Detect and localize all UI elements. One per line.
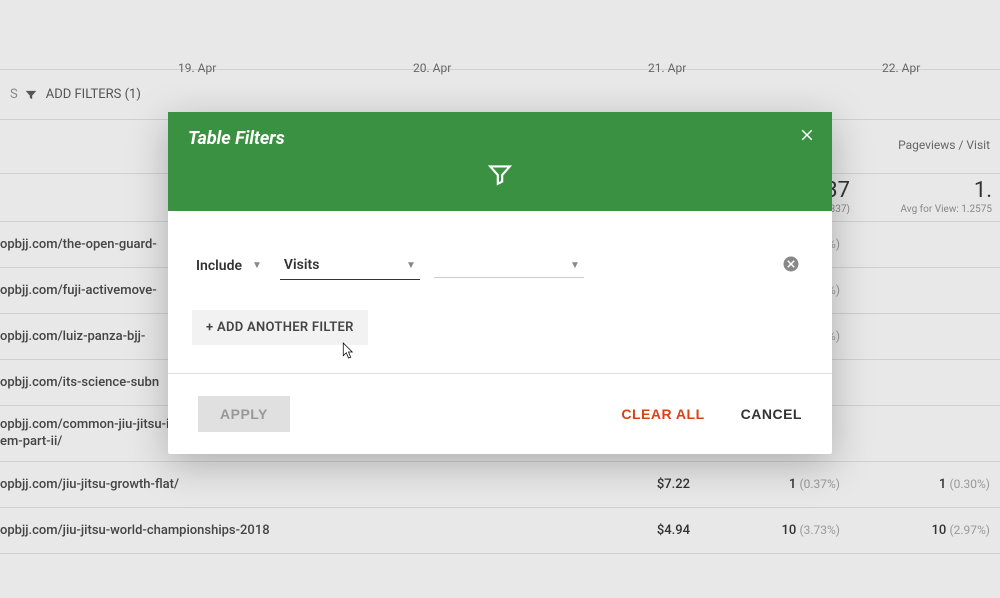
row-cell-visits: 1 (0.37%)	[690, 477, 840, 492]
timeline-tick: 22. Apr	[882, 61, 920, 75]
condition-dropdown[interactable]: ▼	[434, 254, 584, 278]
chevron-down-icon: ▼	[570, 260, 580, 271]
chevron-down-icon: ▼	[406, 260, 416, 271]
apply-button[interactable]: APPLY	[198, 396, 290, 432]
modal-body: Include ▼ Visits ▼ ▼ + ADD ANOTHER FILTE…	[168, 211, 832, 373]
close-icon	[798, 126, 816, 144]
filter-icon-large	[188, 161, 812, 191]
summary-sub-1: 337)	[830, 204, 850, 215]
table-filters-modal: Table Filters Include ▼ Visits ▼ ▼	[168, 112, 832, 454]
chevron-down-icon: ▼	[252, 260, 262, 271]
table-row[interactable]: opbjj.com/jiu-jitsu-world-championships-…	[0, 508, 1000, 554]
table-row[interactable]: opbjj.com/jiu-jitsu-growth-flat/$7.221 (…	[0, 462, 1000, 508]
row-cell-price: $4.94	[570, 523, 690, 538]
column-header-pageviews-visit[interactable]: Pageviews / Visit	[898, 138, 990, 152]
row-url: opbjj.com/jiu-jitsu-world-championships-…	[0, 523, 570, 538]
row-cell-pageviews: 10 (2.97%)	[840, 523, 990, 538]
modal-title: Table Filters	[188, 128, 812, 149]
clear-all-button[interactable]: CLEAR ALL	[621, 406, 704, 422]
filter-row: Include ▼ Visits ▼ ▼	[192, 251, 802, 280]
timeline-tick: 21. Apr	[648, 61, 686, 75]
metric-label: Visits	[284, 257, 319, 273]
cancel-button[interactable]: CANCEL	[741, 406, 802, 422]
timeline-tick: 19. Apr	[178, 61, 216, 75]
metric-dropdown[interactable]: Visits ▼	[280, 251, 420, 280]
summary-sub-2: Avg for View: 1.2575	[901, 204, 992, 215]
timeline-axis: 19. Apr 20. Apr 21. Apr 22. Apr	[0, 0, 1000, 70]
row-url: opbjj.com/jiu-jitsu-growth-flat/	[0, 477, 570, 492]
modal-header: Table Filters	[168, 112, 832, 211]
include-label: Include	[196, 258, 242, 274]
row-cell-price: $7.22	[570, 477, 690, 492]
summary-value-2: 1.	[974, 178, 992, 203]
add-another-filter-button[interactable]: + ADD ANOTHER FILTER	[192, 310, 368, 345]
close-button[interactable]	[798, 126, 818, 146]
add-filters-label: ADD FILTERS (1)	[46, 87, 141, 102]
row-cell-pageviews: 1 (0.30%)	[840, 477, 990, 492]
remove-icon	[782, 255, 800, 273]
modal-footer: APPLY CLEAR ALL CANCEL	[168, 373, 832, 454]
remove-filter-button[interactable]	[782, 255, 802, 275]
row-cell-visits: 10 (3.73%)	[690, 523, 840, 538]
filter-icon	[24, 88, 38, 102]
include-dropdown[interactable]: Include ▼	[192, 252, 266, 280]
timeline-tick: 20. Apr	[413, 61, 451, 75]
